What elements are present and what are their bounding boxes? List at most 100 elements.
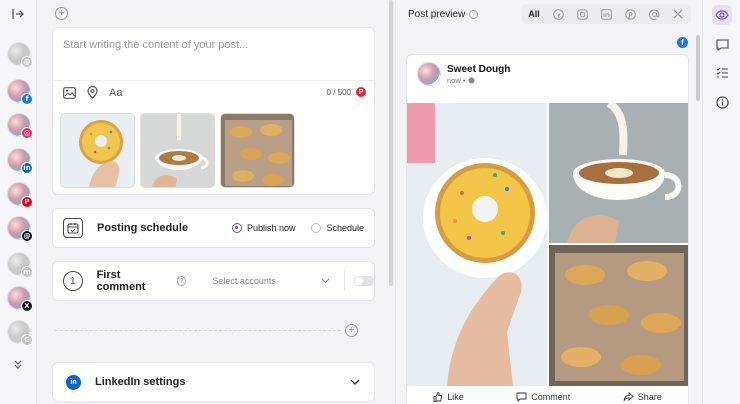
info-icon [715, 95, 729, 109]
first-comment-title: First comment [96, 269, 146, 293]
instagram-icon [576, 8, 588, 20]
globe-icon [468, 77, 475, 84]
pinterest-icon: P [356, 87, 366, 97]
add-section-icon[interactable]: + [345, 324, 358, 337]
threads-icon: @ [21, 230, 33, 242]
tab-pinterest[interactable] [618, 4, 642, 24]
section-divider [55, 330, 341, 331]
account-threads[interactable]: @ [7, 42, 33, 68]
linkedin-settings-card[interactable]: in LinkedIn settings [52, 362, 375, 402]
divider [343, 271, 345, 291]
account-facebook[interactable]: f [7, 79, 33, 105]
linkedin-icon: in [66, 374, 81, 390]
help-icon[interactable]: ? [469, 10, 479, 19]
composer-panel: + Start writing the content of your post… [37, 0, 392, 404]
publish-now-radio[interactable]: Publish now [231, 223, 296, 233]
facebook-icon [552, 8, 564, 20]
preview-panel: Post preview ? All f Sweet Dough now • L… [395, 0, 702, 404]
comment-icon [516, 392, 527, 402]
tab-facebook[interactable] [546, 4, 570, 24]
character-count: 0 / 500 [326, 88, 351, 97]
editor-divider [53, 80, 374, 81]
preview-title: Post preview [408, 9, 466, 20]
schedule-radio[interactable]: Schedule [311, 223, 364, 233]
post-image-croissants[interactable] [549, 245, 688, 386]
comment-button[interactable]: Comment [516, 392, 570, 402]
first-comment-toggle[interactable] [354, 276, 374, 286]
post-image-donut[interactable] [407, 103, 547, 386]
comment-number-icon: 1 [63, 271, 83, 291]
account-pinterest[interactable]: P [7, 182, 33, 208]
info-button[interactable] [712, 92, 732, 112]
avatar [417, 62, 441, 86]
post-author: Sweet Dough [447, 64, 511, 75]
post-actions: Like Comment Share [407, 388, 688, 404]
eye-icon [715, 10, 729, 20]
instagram-icon: ◎ [21, 127, 33, 139]
radio-unselected-icon [311, 223, 322, 233]
x-icon [673, 9, 683, 19]
calendar-icon [63, 218, 83, 238]
like-button[interactable]: Like [433, 392, 464, 402]
posting-schedule-title: Posting schedule [97, 222, 189, 234]
account-x[interactable]: X [7, 286, 33, 312]
media-thumbnail-coffee[interactable] [140, 113, 215, 188]
collapse-sidebar-icon[interactable] [9, 5, 27, 23]
like-label: Like [447, 392, 464, 402]
preview-network-tabs: All [522, 4, 691, 24]
account-mastodon[interactable]: m [7, 252, 33, 278]
pinterest-icon: P [21, 196, 33, 208]
share-button[interactable]: Share [623, 392, 662, 402]
threads-icon: @ [21, 56, 33, 68]
right-toolbar [702, 0, 740, 404]
composer-scrollbar[interactable] [389, 0, 393, 286]
tab-all[interactable]: All [522, 4, 546, 24]
post-editor[interactable]: Start writing the content of your post..… [52, 27, 375, 195]
chevron-down-icon[interactable] [350, 379, 360, 385]
add-post-icon[interactable]: + [55, 7, 68, 20]
text-format-button[interactable]: Aa [109, 87, 122, 99]
media-thumbnail-donut[interactable] [60, 113, 135, 188]
media-thumbnail-croissants[interactable] [220, 113, 295, 188]
account-linkedin[interactable]: in [7, 148, 33, 174]
post-time: now • [447, 76, 466, 85]
comments-button[interactable] [712, 35, 732, 55]
comment-label: Comment [531, 392, 571, 402]
account-instagram[interactable]: ◎ [7, 113, 33, 139]
first-comment-card: 1 First comment ? Select accounts [52, 261, 375, 301]
preview-header: Post preview ? [408, 9, 479, 20]
tab-linkedin[interactable] [594, 4, 618, 24]
publish-now-label: Publish now [246, 223, 296, 233]
linkedin-icon: in [21, 162, 33, 174]
pinterest-icon [624, 8, 636, 20]
google-icon: G [21, 334, 33, 346]
comment-icon [715, 39, 729, 51]
share-icon [623, 392, 634, 402]
preview-scrollbar[interactable] [696, 35, 700, 101]
chevron-down-icon [321, 278, 329, 284]
location-icon[interactable] [87, 86, 98, 99]
tab-x[interactable] [666, 4, 690, 24]
linkedin-settings-title: LinkedIn settings [95, 376, 186, 388]
help-icon[interactable]: ? [176, 276, 187, 286]
app-root: @ f ◎ in P @ m X G + Start writing the content o… [0, 0, 740, 404]
editor-toolbar: Aa [63, 86, 122, 99]
mastodon-icon: m [21, 266, 33, 278]
tab-instagram[interactable] [570, 4, 594, 24]
checklist-button[interactable] [712, 63, 732, 83]
share-label: Share [637, 392, 662, 402]
facebook-icon: f [677, 37, 688, 48]
post-image-coffee[interactable] [549, 103, 688, 243]
tab-threads[interactable] [642, 4, 666, 24]
x-icon: X [21, 300, 33, 312]
account-google[interactable]: G [7, 320, 33, 346]
radio-selected-icon [231, 223, 242, 233]
image-icon[interactable] [63, 86, 76, 99]
expand-accounts-icon[interactable] [9, 355, 27, 373]
account-threads[interactable]: @ [7, 216, 33, 242]
post-content-input[interactable]: Start writing the content of your post..… [63, 39, 248, 51]
preview-eye-button[interactable] [712, 5, 732, 25]
select-accounts-dropdown[interactable]: Select accounts [212, 276, 329, 286]
posting-schedule-card: Posting schedule Publish now Schedule [52, 208, 375, 248]
account-rail: @ f ◎ in P @ m X G [0, 0, 37, 404]
